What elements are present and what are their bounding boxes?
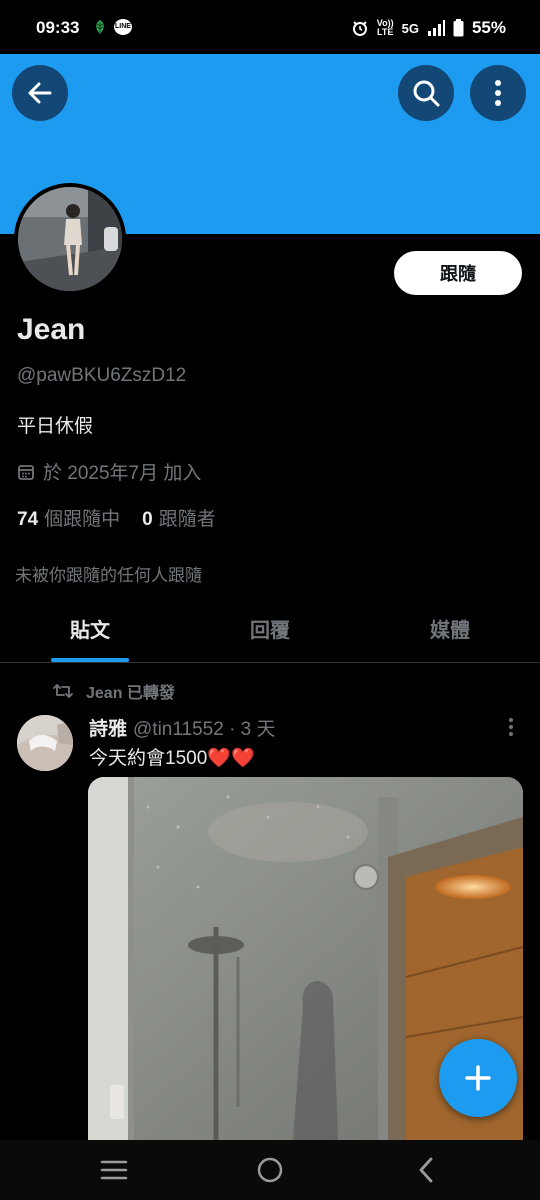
arrow-left-icon xyxy=(28,82,52,104)
follow-stats: 74 個跟隨中 0 跟隨者 xyxy=(17,504,216,531)
system-nav-bar xyxy=(0,1140,540,1200)
profile-tabs: 貼文 回覆 媒體 xyxy=(0,604,540,663)
followers-count: 0 xyxy=(142,509,153,530)
post-avatar-image xyxy=(17,715,73,771)
tab-media[interactable]: 媒體 xyxy=(360,604,540,662)
search-button[interactable] xyxy=(398,65,454,121)
network-type: 5G xyxy=(401,20,419,36)
repost-icon xyxy=(53,684,73,698)
tab-posts[interactable]: 貼文 xyxy=(0,604,180,662)
post-meta: @tin11552 · 3 天 xyxy=(133,719,276,740)
signal-icon xyxy=(427,20,445,36)
repost-context: Jean 已轉發 xyxy=(52,679,175,703)
battery-level: 55% xyxy=(471,18,506,37)
chevron-left-icon xyxy=(419,1157,433,1183)
status-time: 09:33 xyxy=(36,18,80,37)
search-icon xyxy=(413,80,440,107)
followers-label: 跟隨者 xyxy=(158,509,216,530)
avatar-image xyxy=(18,187,122,291)
followers-you-know-note: 未被你跟隨的任何人跟隨 xyxy=(15,566,202,585)
active-tab-indicator xyxy=(51,658,129,662)
status-right-group: Vo)) LTE 5G 55% xyxy=(351,18,506,38)
join-date: 於 2025年7月 加入 xyxy=(17,458,201,485)
more-options-button[interactable] xyxy=(470,65,526,121)
recent-apps-icon xyxy=(100,1160,128,1180)
post-text: 今天約會1500❤️❤️ xyxy=(89,743,255,770)
post-author-avatar[interactable] xyxy=(17,715,73,771)
heart-emoji: ❤️❤️ xyxy=(207,748,255,769)
profile-bio: 平日休假 xyxy=(17,416,94,437)
repost-label: Jean 已轉發 xyxy=(86,685,175,702)
app-notification-icon xyxy=(96,20,104,34)
recent-apps-button[interactable] xyxy=(94,1154,134,1186)
line-app-icon: LINE xyxy=(114,19,132,35)
post-more-icon[interactable] xyxy=(502,716,520,738)
home-icon xyxy=(257,1157,283,1183)
profile-avatar[interactable] xyxy=(14,183,126,295)
display-name: Jean xyxy=(17,313,86,346)
volte-indicator: Vo)) LTE xyxy=(376,18,394,37)
post-author-name[interactable]: 詩雅 xyxy=(89,714,127,741)
following-link[interactable]: 74 個跟隨中 xyxy=(17,504,120,531)
compose-button[interactable] xyxy=(439,1039,517,1117)
join-date-text: 於 2025年7月 加入 xyxy=(43,463,202,484)
post-body: 今天約會1500 xyxy=(89,748,208,769)
user-handle: @pawBKU6ZszD12 xyxy=(17,365,187,386)
plus-icon xyxy=(465,1065,491,1091)
tab-replies[interactable]: 回覆 xyxy=(180,604,360,662)
more-vertical-icon xyxy=(495,80,501,106)
back-button[interactable] xyxy=(12,65,68,121)
status-bar: 09:33 LINE Vo)) LTE 5G 55% xyxy=(0,0,540,54)
followers-link[interactable]: 0 跟隨者 xyxy=(142,504,216,531)
calendar-icon xyxy=(18,464,34,480)
system-back-button[interactable] xyxy=(406,1154,446,1186)
follow-button[interactable]: 跟隨 xyxy=(394,251,522,295)
post-header: 詩雅 @tin11552 · 3 天 xyxy=(89,714,276,741)
alarm-icon xyxy=(352,21,367,36)
following-label: 個跟隨中 xyxy=(44,509,121,530)
following-count: 74 xyxy=(17,509,39,530)
battery-icon xyxy=(453,19,464,37)
home-button[interactable] xyxy=(250,1154,290,1186)
